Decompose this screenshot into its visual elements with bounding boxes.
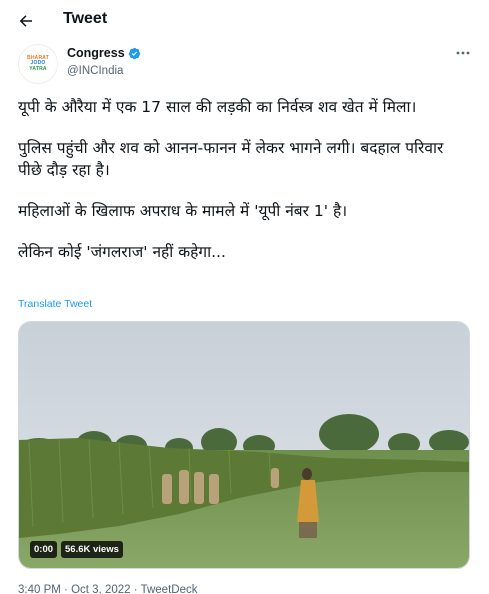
video-thumbnail [19,322,469,568]
video-player[interactable]: 0:00 56.6K views [18,321,470,569]
more-options-icon [456,51,470,55]
back-button[interactable] [15,10,37,32]
name-row: Congress [67,46,141,60]
video-views: 56.6K views [61,541,123,558]
video-duration: 0:00 [30,541,58,558]
tweet-source[interactable]: TweetDeck [141,584,198,594]
tweet-date[interactable]: Oct 3, 2022 [71,584,130,594]
translate-tweet-link[interactable]: Translate Tweet [18,298,92,310]
arrow-left-icon [19,15,32,27]
avatar-line-3: YATRA [29,65,47,72]
more-options-button[interactable] [455,46,471,60]
tweet-paragraph: महिलाओं के खिलाफ अपराध के मामले में 'यूप… [18,202,348,220]
page-title: Tweet [63,10,108,27]
top-bar: Tweet [0,0,489,40]
tweet-paragraph: लेकिन कोई 'जंगलराज' नहीं कहेगा... [18,243,226,261]
tweet-author: BHARAT JODO YATRA Congress @INCIndia [18,44,478,84]
meta-separator: · [133,584,138,594]
tweet-paragraph: यूपी के औरैया में एक 17 साल की लड़की का … [18,98,417,116]
tweet-meta: 3:40 PM · Oct 3, 2022 · TweetDeck [18,584,197,594]
tweet-time[interactable]: 3:40 PM [18,584,61,594]
author-display-name[interactable]: Congress [67,46,125,60]
author-handle[interactable]: @INCIndia [67,65,123,77]
tweet-paragraph: पुलिस पहुंची और शव को आनन-फानन में लेकर … [18,139,444,179]
tweet-text: यूपी के औरैया में एक 17 साल की लड़की का … [18,96,470,263]
meta-separator: · [64,584,68,594]
verified-badge-icon [128,47,140,59]
avatar[interactable]: BHARAT JODO YATRA [18,44,58,84]
video-badges: 0:00 56.6K views [30,541,123,558]
